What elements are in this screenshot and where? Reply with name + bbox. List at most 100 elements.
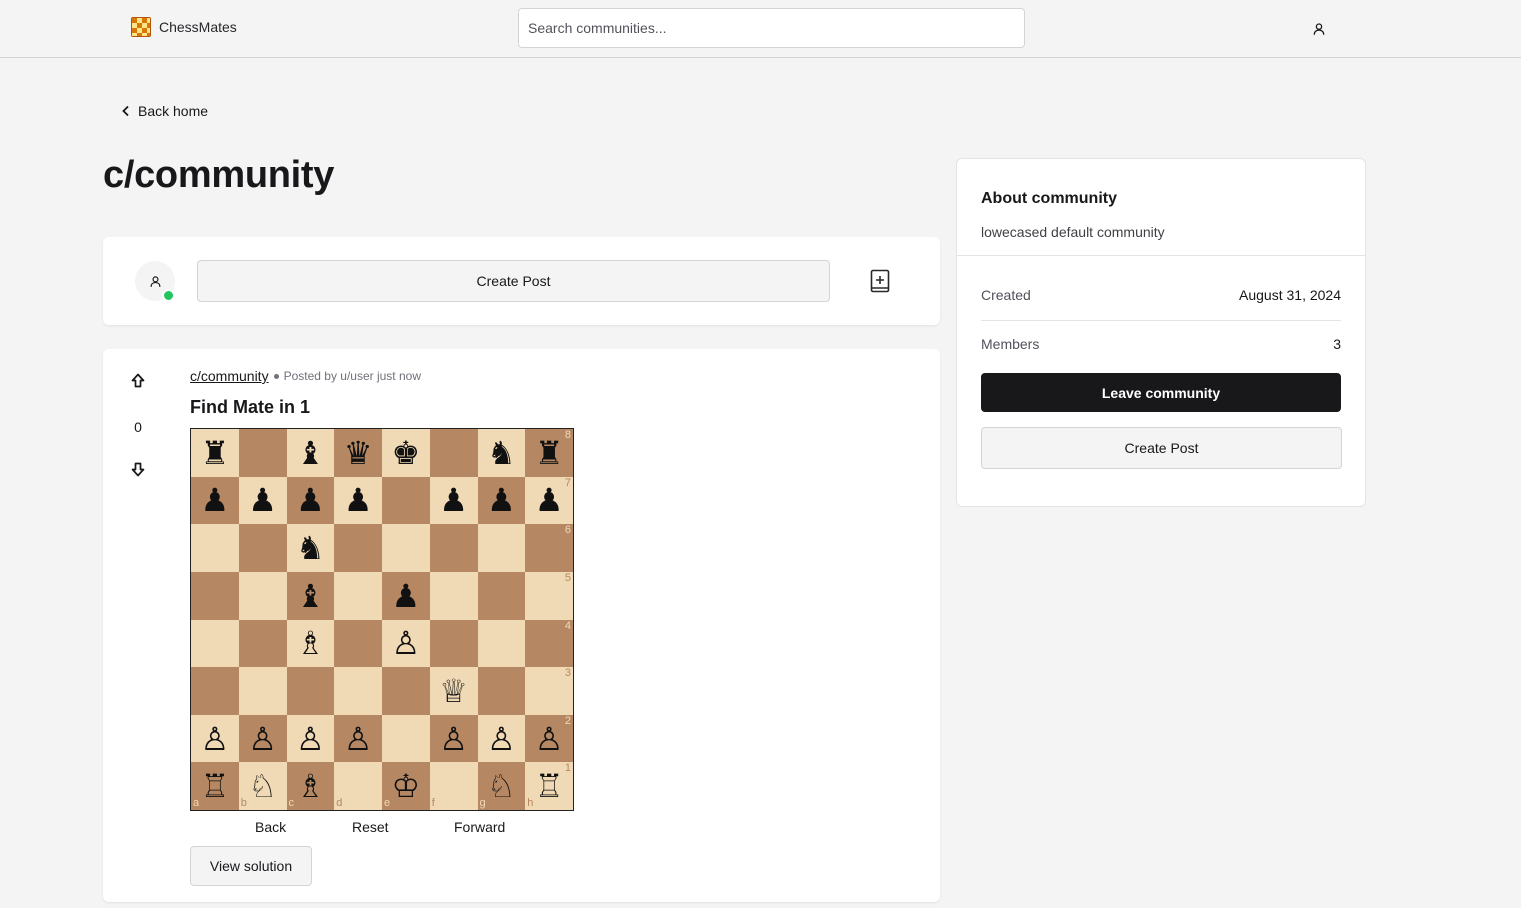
chess-piece[interactable]: ♟ <box>296 484 325 516</box>
board-square-f4[interactable] <box>429 619 478 668</box>
chess-piece[interactable]: ♘ <box>487 770 516 802</box>
board-square-c7[interactable]: ♟ <box>286 476 335 525</box>
upvote-button[interactable] <box>129 373 147 391</box>
board-square-e3[interactable] <box>382 667 430 715</box>
board-square-a2[interactable]: ♙ <box>191 714 239 763</box>
chess-piece[interactable]: ♖ <box>201 770 230 802</box>
board-square-h7[interactable]: ♟ 7 <box>525 476 573 525</box>
brand-link[interactable]: ChessMates <box>131 17 237 37</box>
board-square-h1[interactable]: ♖ 1 h <box>525 762 573 810</box>
chess-piece[interactable]: ♞ <box>296 532 325 564</box>
board-square-a1[interactable]: ♖ a <box>191 762 239 810</box>
board-square-f1[interactable]: f <box>429 762 478 810</box>
chess-piece[interactable]: ♛ <box>344 437 373 469</box>
chess-piece[interactable]: ♙ <box>439 723 468 755</box>
board-square-f8[interactable] <box>429 429 478 477</box>
board-square-h5[interactable]: 5 <box>525 571 573 620</box>
board-square-b8[interactable] <box>238 429 287 477</box>
leave-community-button[interactable]: Leave community <box>981 373 1341 412</box>
chess-piece[interactable]: ♙ <box>392 627 421 659</box>
search-input[interactable] <box>518 8 1025 48</box>
board-square-f6[interactable] <box>429 524 478 572</box>
chess-piece[interactable]: ♟ <box>487 484 516 516</box>
board-square-e6[interactable] <box>382 524 430 572</box>
chess-piece[interactable]: ♙ <box>535 723 564 755</box>
board-square-h8[interactable]: ♜ 8 <box>525 429 573 477</box>
chess-piece[interactable]: ♖ <box>535 770 564 802</box>
board-square-a3[interactable] <box>191 667 239 715</box>
board-square-a8[interactable]: ♜ <box>191 429 239 477</box>
board-square-c4[interactable]: ♗ <box>286 619 335 668</box>
sidebar-create-post-button[interactable]: Create Post <box>981 427 1342 469</box>
board-square-b4[interactable] <box>238 619 287 668</box>
chess-piece[interactable]: ♟ <box>392 580 421 612</box>
board-square-e4[interactable]: ♙ <box>382 619 430 668</box>
board-square-d2[interactable]: ♙ <box>334 714 382 763</box>
board-square-c2[interactable]: ♙ <box>286 714 335 763</box>
board-square-a5[interactable] <box>191 571 239 620</box>
chess-piece[interactable]: ♝ <box>296 580 325 612</box>
board-square-f7[interactable]: ♟ <box>429 476 478 525</box>
board-square-b2[interactable]: ♙ <box>238 714 287 763</box>
board-square-g3[interactable] <box>477 667 526 715</box>
board-square-d6[interactable] <box>334 524 382 572</box>
chess-piece[interactable]: ♕ <box>439 675 468 707</box>
view-solution-button[interactable]: View solution <box>190 846 312 886</box>
board-square-h3[interactable]: 3 <box>525 667 573 715</box>
board-square-g2[interactable]: ♙ <box>477 714 526 763</box>
chess-piece[interactable]: ♘ <box>248 770 277 802</box>
chess-piece[interactable]: ♔ <box>392 770 421 802</box>
board-square-e8[interactable]: ♚ <box>382 429 430 477</box>
chess-piece[interactable]: ♙ <box>344 723 373 755</box>
board-square-d5[interactable] <box>334 571 382 620</box>
chess-piece[interactable]: ♟ <box>201 484 230 516</box>
board-square-b1[interactable]: ♘ b <box>238 762 287 810</box>
board-square-b7[interactable]: ♟ <box>238 476 287 525</box>
board-square-d4[interactable] <box>334 619 382 668</box>
board-square-g6[interactable] <box>477 524 526 572</box>
chess-piece[interactable]: ♝ <box>296 437 325 469</box>
board-square-e5[interactable]: ♟ <box>382 571 430 620</box>
board-square-b3[interactable] <box>238 667 287 715</box>
board-square-a7[interactable]: ♟ <box>191 476 239 525</box>
board-square-e1[interactable]: ♔ e <box>382 762 430 810</box>
board-square-g5[interactable] <box>477 571 526 620</box>
chess-piece[interactable]: ♗ <box>296 627 325 659</box>
board-square-h4[interactable]: 4 <box>525 619 573 668</box>
board-square-g4[interactable] <box>477 619 526 668</box>
board-square-d1[interactable]: d <box>334 762 382 810</box>
create-post-input[interactable]: Create Post <box>197 260 830 302</box>
board-square-d3[interactable] <box>334 667 382 715</box>
chess-piece[interactable]: ♟ <box>248 484 277 516</box>
board-square-d8[interactable]: ♛ <box>334 429 382 477</box>
chess-piece[interactable]: ♜ <box>535 437 564 469</box>
board-square-d7[interactable]: ♟ <box>334 476 382 525</box>
board-square-e2[interactable] <box>382 714 430 763</box>
chess-piece[interactable]: ♟ <box>344 484 373 516</box>
board-square-c5[interactable]: ♝ <box>286 571 335 620</box>
chess-piece[interactable]: ♙ <box>487 723 516 755</box>
chess-piece[interactable]: ♞ <box>487 437 516 469</box>
board-reset-button[interactable]: Reset <box>352 819 389 835</box>
downvote-button[interactable] <box>129 461 147 479</box>
board-square-f2[interactable]: ♙ <box>429 714 478 763</box>
chess-piece[interactable]: ♜ <box>201 437 230 469</box>
chess-piece[interactable]: ♚ <box>392 437 421 469</box>
board-square-e7[interactable] <box>382 476 430 525</box>
board-square-b5[interactable] <box>238 571 287 620</box>
board-square-f3[interactable]: ♕ <box>429 667 478 715</box>
board-square-a6[interactable] <box>191 524 239 572</box>
board-square-c8[interactable]: ♝ <box>286 429 335 477</box>
board-square-g1[interactable]: ♘ g <box>477 762 526 810</box>
board-square-c3[interactable] <box>286 667 335 715</box>
board-square-h6[interactable]: 6 <box>525 524 573 572</box>
chess-piece[interactable]: ♙ <box>201 723 230 755</box>
chess-piece[interactable]: ♙ <box>248 723 277 755</box>
chess-piece[interactable]: ♟ <box>535 484 564 516</box>
chess-piece[interactable]: ♙ <box>296 723 325 755</box>
chess-piece[interactable]: ♗ <box>296 770 325 802</box>
add-image-button[interactable] <box>867 268 893 294</box>
board-square-f5[interactable] <box>429 571 478 620</box>
board-square-c6[interactable]: ♞ <box>286 524 335 572</box>
chess-piece[interactable]: ♟ <box>439 484 468 516</box>
